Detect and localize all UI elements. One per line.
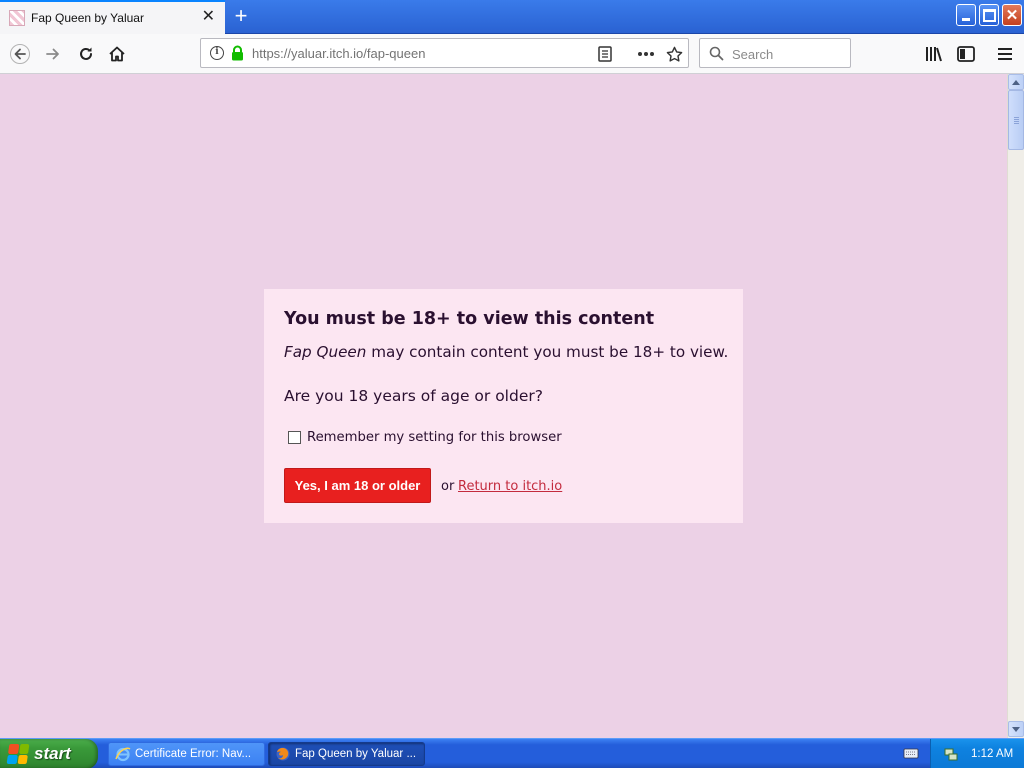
- scroll-thumb-grip: [1014, 117, 1019, 125]
- firefox-icon: [276, 747, 290, 761]
- url-text[interactable]: https://yaluar.itch.io/fap-queen: [252, 46, 425, 61]
- age-gate-title: You must be 18+ to view this content: [284, 309, 655, 329]
- forward-button[interactable]: [39, 40, 67, 68]
- windows-logo-icon: [6, 744, 30, 764]
- or-text: or: [441, 479, 455, 494]
- scroll-thumb[interactable]: [1008, 90, 1024, 150]
- library-icon: [926, 47, 942, 62]
- reload-button[interactable]: [72, 40, 100, 68]
- library-button[interactable]: [920, 40, 948, 68]
- age-gate-description: Fap Queen may contain content you must b…: [284, 343, 728, 361]
- age-question: Are you 18 years of age or older?: [284, 387, 543, 405]
- new-tab-button[interactable]: +: [232, 5, 250, 27]
- browser-tab-active[interactable]: Fap Queen by Yaluar ✕: [0, 0, 225, 34]
- network-icon[interactable]: [943, 746, 959, 762]
- clock[interactable]: 1:12 AM: [971, 748, 1013, 760]
- search-icon: [709, 46, 724, 61]
- taskbar-item[interactable]: Certificate Error: Nav...: [108, 742, 265, 766]
- scroll-down-button[interactable]: [1008, 721, 1024, 737]
- return-to-itchio-link[interactable]: Return to itch.io: [458, 479, 562, 494]
- site-info-icon[interactable]: i: [210, 46, 224, 60]
- back-arrow-icon: [10, 44, 30, 64]
- tab-close-icon[interactable]: ✕: [202, 9, 215, 25]
- window-minimize-button[interactable]: [956, 4, 976, 26]
- reader-view-icon[interactable]: [595, 44, 615, 64]
- address-bar[interactable]: i https://yaluar.itch.io/fap-queen: [200, 38, 689, 68]
- chevron-down-icon: [1012, 726, 1020, 732]
- home-button[interactable]: [103, 40, 131, 68]
- window-close-button[interactable]: ✕: [1002, 4, 1022, 26]
- game-name: Fap Queen: [284, 343, 367, 361]
- sidebar-toggle-button[interactable]: [952, 40, 980, 68]
- page-actions-icon[interactable]: [636, 44, 656, 64]
- back-button[interactable]: [6, 40, 34, 68]
- tab-favicon-icon: [9, 10, 25, 26]
- taskbar-item-label: Fap Queen by Yaluar ...: [295, 748, 417, 760]
- confirm-age-button[interactable]: Yes, I am 18 or older: [284, 468, 431, 503]
- remember-setting-row[interactable]: Remember my setting for this browser: [288, 430, 562, 445]
- menu-button[interactable]: [991, 40, 1019, 68]
- taskbar-item-active[interactable]: Fap Queen by Yaluar ...: [268, 742, 425, 766]
- screen: Fap Queen by Yaluar ✕ + ✕ i https://yalu…: [0, 0, 1024, 768]
- internet-explorer-icon: [115, 747, 131, 762]
- age-gate-description-text: may contain content you must be 18+ to v…: [366, 343, 729, 361]
- bookmark-star-icon[interactable]: [664, 44, 684, 64]
- taskbar-item-label: Certificate Error: Nav...: [135, 748, 252, 760]
- taskbar: start Certificate Error: Nav... Fap Quee…: [0, 738, 1024, 768]
- home-icon: [109, 46, 125, 62]
- remember-setting-label[interactable]: Remember my setting for this browser: [307, 430, 562, 445]
- remember-setting-checkbox[interactable]: [288, 431, 301, 444]
- search-input[interactable]: Search: [732, 47, 773, 62]
- browser-tab-strip: Fap Queen by Yaluar ✕ + ✕: [0, 0, 1024, 34]
- start-button[interactable]: start: [0, 739, 98, 768]
- search-bar[interactable]: Search: [699, 38, 851, 68]
- keyboard-language-icon[interactable]: [903, 746, 919, 760]
- close-icon: ✕: [1005, 6, 1019, 24]
- lock-icon: [232, 45, 243, 61]
- forward-arrow-icon: [46, 48, 59, 60]
- window-restore-button[interactable]: [979, 4, 999, 26]
- system-tray: 1:12 AM: [930, 739, 1024, 768]
- start-label: start: [34, 744, 71, 763]
- age-gate-dialog: You must be 18+ to view this content Fap…: [264, 289, 743, 523]
- tab-title: Fap Queen by Yaluar: [31, 11, 144, 25]
- page-scrollbar[interactable]: [1007, 74, 1024, 738]
- hamburger-menu-icon: [998, 48, 1012, 60]
- reload-icon: [80, 47, 92, 60]
- scroll-up-button[interactable]: [1008, 74, 1024, 90]
- sidebar-icon: [957, 46, 975, 62]
- chevron-up-icon: [1012, 79, 1020, 85]
- navigation-toolbar: i https://yaluar.itch.io/fap-queen Searc…: [0, 34, 1024, 74]
